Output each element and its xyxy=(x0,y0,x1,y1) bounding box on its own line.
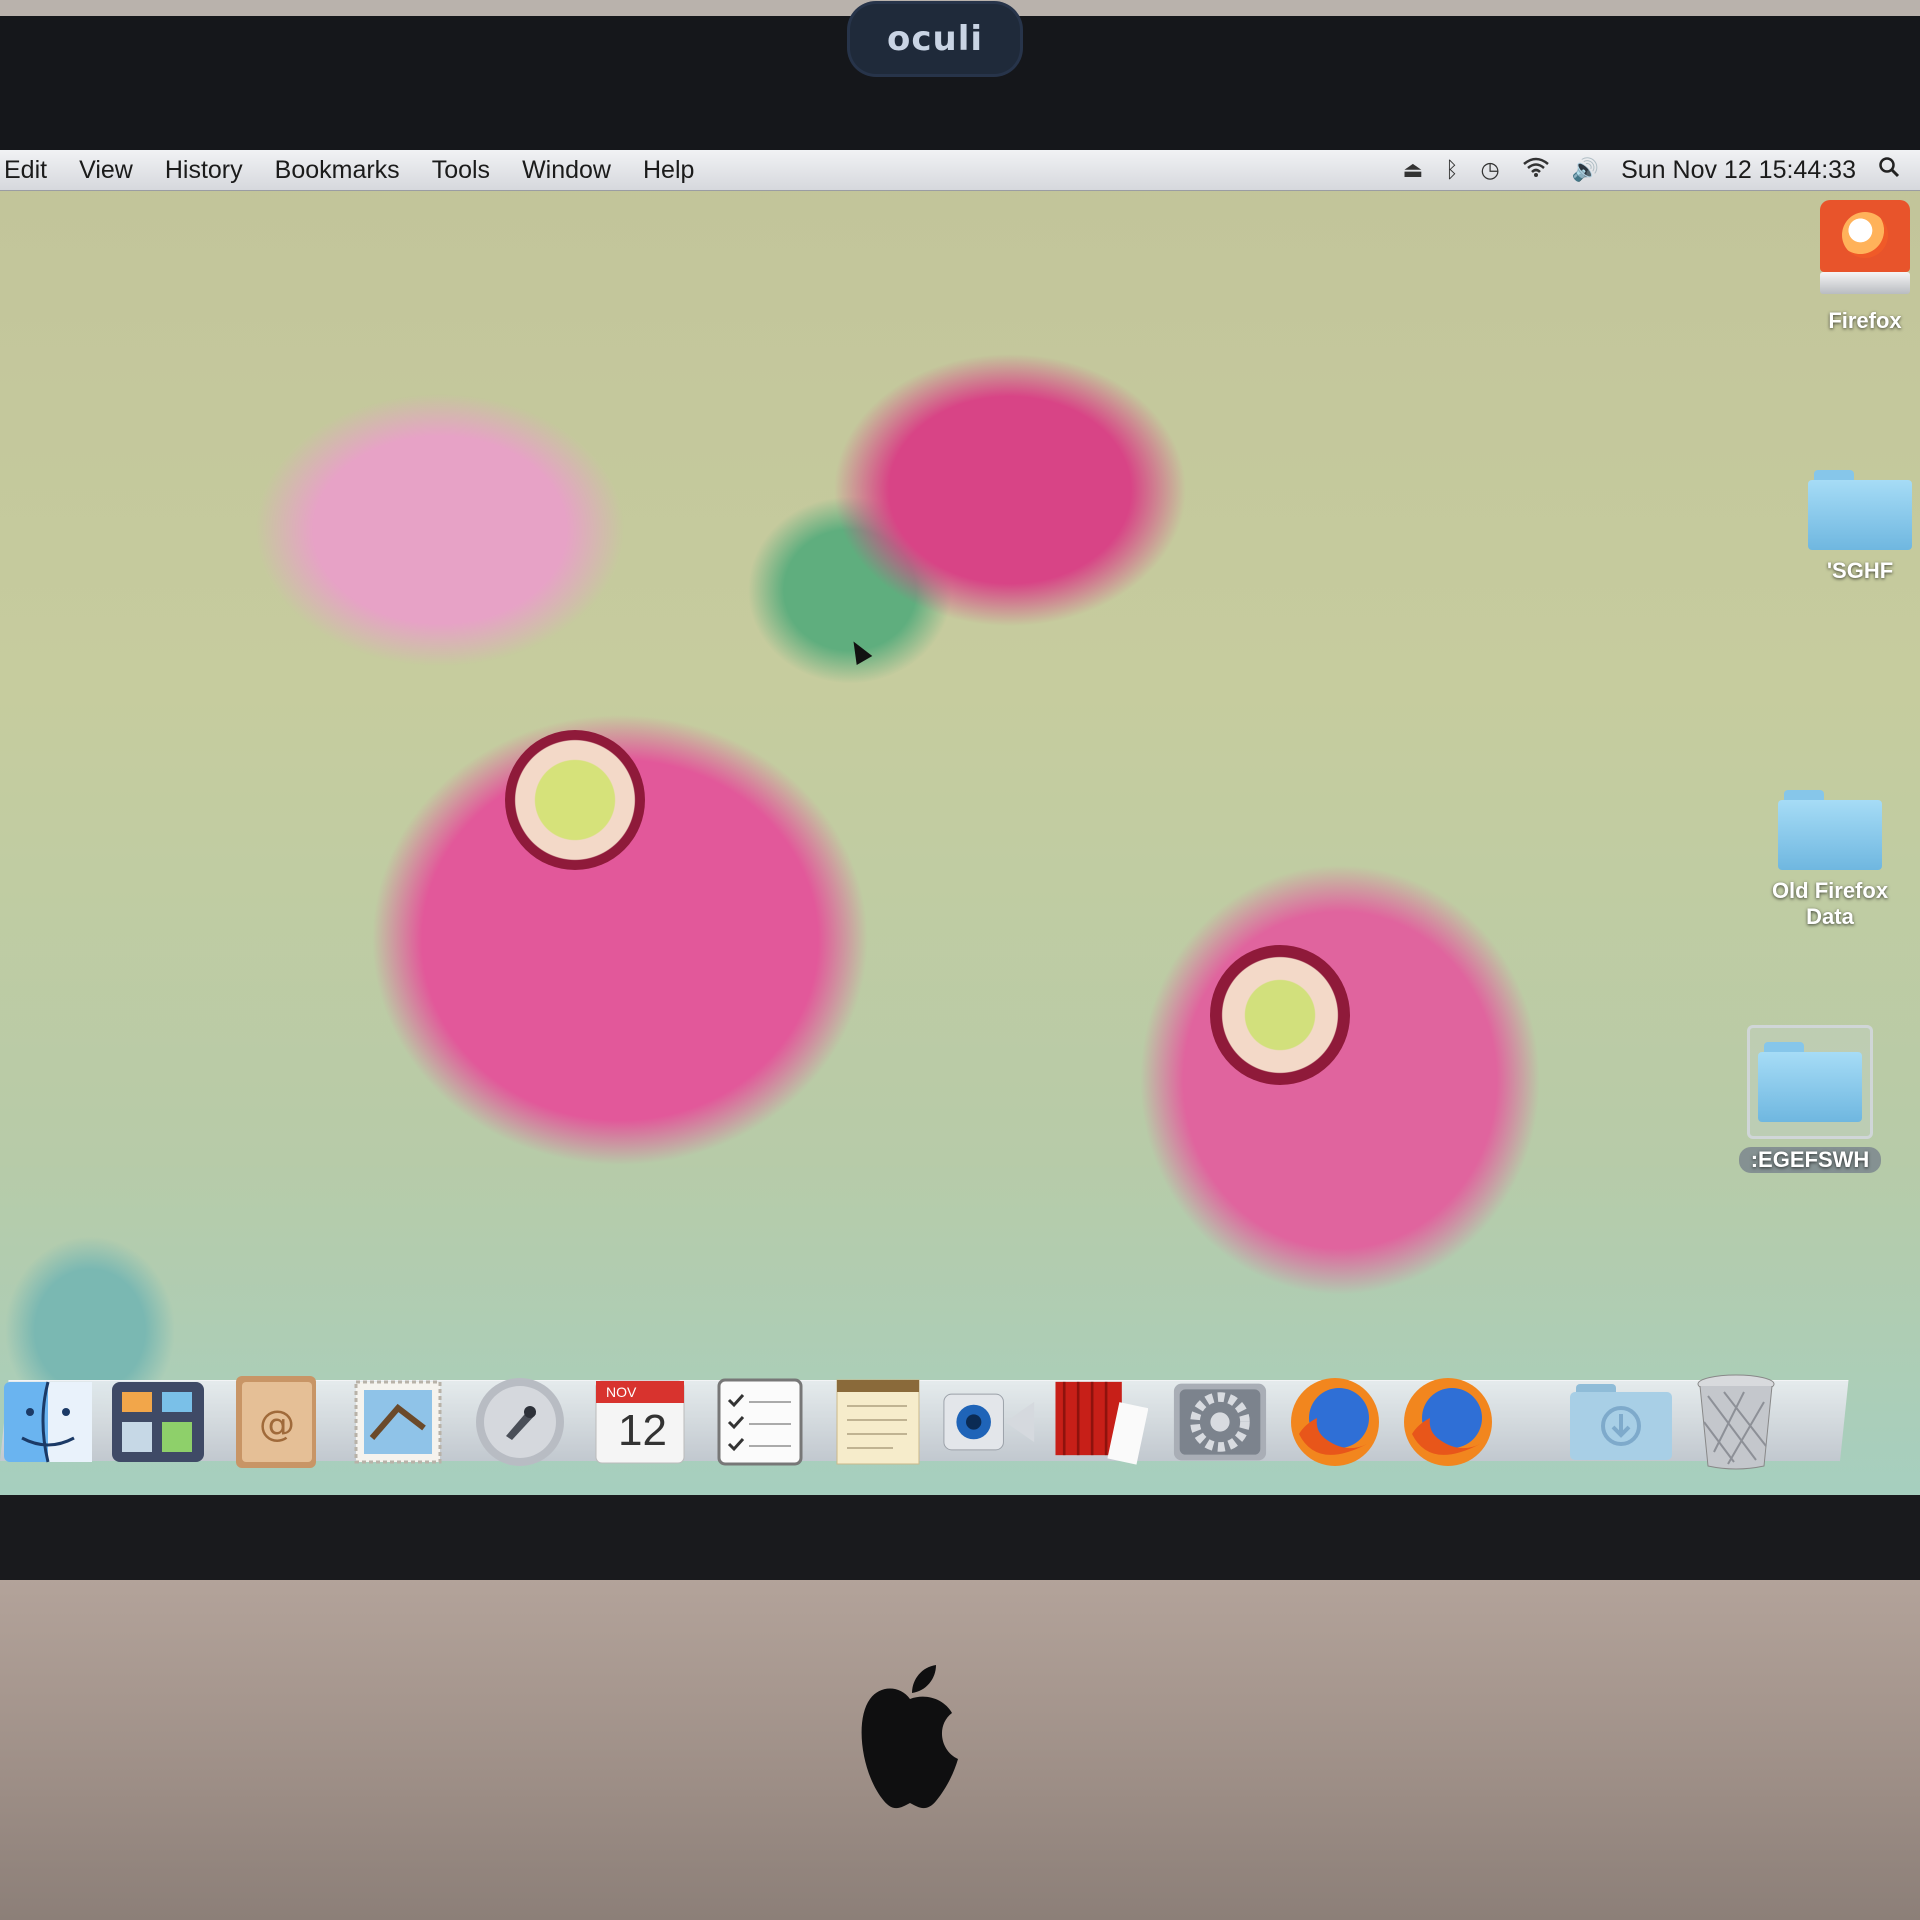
dock-downloads[interactable] xyxy=(1568,1374,1674,1470)
apple-logo-icon xyxy=(861,1665,958,1809)
desktop-icon-sghf[interactable]: 'SGHF xyxy=(1785,470,1920,584)
contacts-icon: @ xyxy=(236,1376,316,1468)
dock-mail[interactable] xyxy=(350,1374,446,1470)
reminders-icon xyxy=(717,1378,803,1466)
monitor-top-bezel: oculi xyxy=(0,0,1920,160)
wallpaper-flower-center xyxy=(1210,945,1350,1085)
wifi-icon[interactable] xyxy=(1522,156,1550,184)
dock-trash[interactable] xyxy=(1688,1374,1784,1470)
dock-mission-control[interactable] xyxy=(110,1374,206,1470)
dock-firefox-2[interactable] xyxy=(1400,1374,1496,1470)
folder-icon xyxy=(1778,790,1882,870)
menu-window[interactable]: Window xyxy=(506,156,627,185)
dock-firefox[interactable] xyxy=(1287,1374,1383,1470)
selection-highlight xyxy=(1747,1025,1873,1139)
finder-icon xyxy=(4,1381,92,1463)
spotlight-search-icon[interactable] xyxy=(1878,156,1900,184)
desktop-icon-firefox[interactable]: Firefox xyxy=(1790,200,1920,334)
mouse-pointer-icon xyxy=(845,636,873,666)
facetime-icon xyxy=(943,1393,1035,1451)
photo-booth-icon xyxy=(1055,1381,1148,1465)
launchpad-icon xyxy=(476,1378,564,1466)
trash-icon xyxy=(1697,1374,1775,1470)
folder-icon xyxy=(1808,470,1912,550)
menu-help[interactable]: Help xyxy=(627,156,710,185)
webcam-brand-text: oculi xyxy=(886,19,984,59)
calendar-day: 12 xyxy=(618,1406,667,1455)
firefox-icon xyxy=(1404,1378,1492,1466)
menu-bookmarks[interactable]: Bookmarks xyxy=(259,156,416,185)
dock-facetime[interactable] xyxy=(942,1374,1038,1470)
webcam-brand-badge: oculi xyxy=(850,4,1020,74)
wallpaper-flower-center xyxy=(505,730,645,870)
volume-icon[interactable]: 🔊 xyxy=(1572,157,1599,183)
mission-control-icon xyxy=(112,1382,204,1462)
menu-bar: Edit View History Bookmarks Tools Window… xyxy=(0,150,1920,191)
bluetooth-icon[interactable]: ᛒ xyxy=(1445,157,1458,183)
desktop-icon-label: Firefox xyxy=(1828,308,1902,333)
notes-icon xyxy=(836,1379,920,1465)
desktop-icon-egefswh[interactable]: :EGEFSWH xyxy=(1735,1025,1885,1173)
desktop-icon-old-firefox-data[interactable]: Old Firefox Data xyxy=(1755,790,1905,930)
menu-extras: ⏏ ᛒ ◷ 🔊 Sun Nov 12 15:44:33 xyxy=(1402,150,1920,190)
dock-finder[interactable] xyxy=(0,1374,96,1470)
monitor-bottom-bezel xyxy=(0,1495,1920,1580)
dock-system-preferences[interactable] xyxy=(1172,1374,1268,1470)
dock-contacts[interactable]: @ xyxy=(228,1374,324,1470)
desktop-screen: Edit View History Bookmarks Tools Window… xyxy=(0,150,1920,1495)
system-preferences-icon xyxy=(1173,1383,1267,1461)
dock-reminders[interactable] xyxy=(712,1374,808,1470)
svg-text:@: @ xyxy=(259,1404,295,1445)
firefox-drive-icon xyxy=(1820,200,1910,300)
dock-launchpad[interactable] xyxy=(472,1374,568,1470)
dock-notes[interactable] xyxy=(830,1374,926,1470)
folder-icon xyxy=(1758,1042,1862,1122)
eject-icon[interactable]: ⏏ xyxy=(1402,157,1423,183)
menu-tools[interactable]: Tools xyxy=(416,156,506,185)
mail-icon xyxy=(354,1380,442,1464)
menu-edit[interactable]: Edit xyxy=(0,156,63,185)
menu-history[interactable]: History xyxy=(149,156,259,185)
desktop-icon-label: :EGEFSWH xyxy=(1738,1147,1882,1173)
calendar-month: NOV xyxy=(606,1384,637,1400)
dock-photo-booth[interactable] xyxy=(1052,1374,1148,1470)
menu-view[interactable]: View xyxy=(63,156,149,185)
desktop-icon-label: Old Firefox Data xyxy=(1771,878,1889,929)
time-machine-icon[interactable]: ◷ xyxy=(1480,157,1499,183)
dock-calendar[interactable]: NOV 12 xyxy=(592,1374,688,1470)
menubar-clock[interactable]: Sun Nov 12 15:44:33 xyxy=(1621,156,1856,185)
desktop-icon-label: 'SGHF xyxy=(1826,558,1894,583)
downloads-folder-icon xyxy=(1570,1384,1672,1460)
firefox-icon xyxy=(1291,1378,1379,1466)
